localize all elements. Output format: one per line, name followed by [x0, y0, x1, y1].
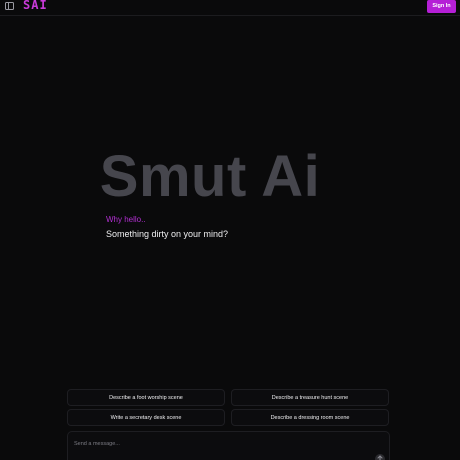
message-composer [67, 431, 390, 460]
hero-title-text: Smut Ai [99, 144, 321, 209]
greeting-text: Why hello.. [106, 215, 146, 224]
suggestion-button-foot-worship[interactable]: Describe a foot worship scene [67, 389, 225, 406]
hero-title: Smut Ai [0, 142, 420, 212]
send-button[interactable] [375, 454, 385, 460]
arrow-up-icon [377, 455, 383, 460]
suggestion-button-dressing-room[interactable]: Describe a dressing room scene [231, 409, 389, 426]
subtitle-text: Something dirty on your mind? [106, 229, 229, 239]
header: SAI Sign In [0, 0, 460, 16]
suggestion-button-treasure-hunt[interactable]: Describe a treasure hunt scene [231, 389, 389, 406]
sign-in-button[interactable]: Sign In [427, 0, 456, 13]
suggestion-button-secretary-desk[interactable]: Write a secretary desk scene [67, 409, 225, 426]
sidebar-toggle-icon[interactable] [5, 2, 14, 10]
logo[interactable]: SAI [23, 0, 48, 11]
message-input[interactable] [74, 439, 364, 449]
page: SAI Sign In Smut Ai Why hello.. Somethin… [0, 0, 460, 460]
